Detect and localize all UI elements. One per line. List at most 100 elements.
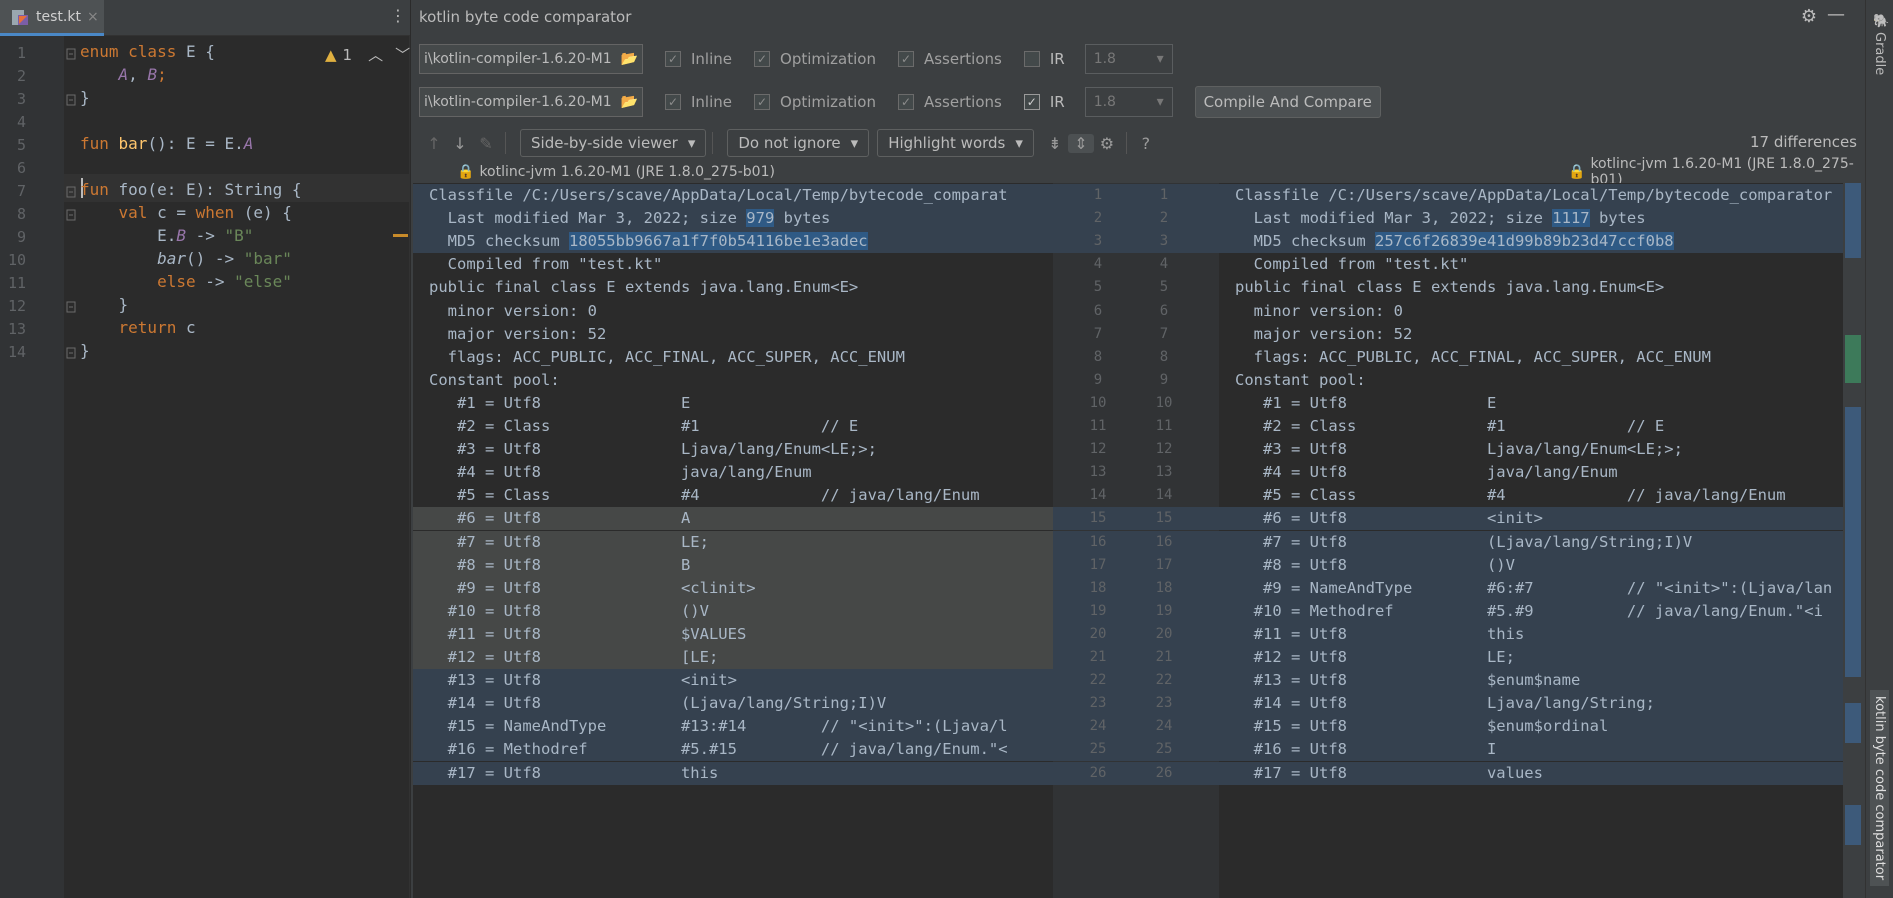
inline-checkbox-1[interactable]: ✓ Inline [665, 50, 732, 68]
diff-line: major version: 52 [429, 324, 607, 343]
fold-icon[interactable] [66, 206, 76, 221]
right-line-number: 15 [1155, 510, 1173, 527]
right-line-number: 19 [1155, 602, 1173, 619]
diff-marker[interactable] [1845, 407, 1861, 677]
tool-window-title: kotlin byte code comparator [419, 8, 632, 26]
edit-icon[interactable]: ✎ [473, 134, 499, 153]
ir-checkbox-1[interactable]: IR [1023, 50, 1065, 68]
toolbar-separator [505, 132, 506, 154]
fold-icon[interactable] [66, 344, 76, 359]
editor-tab-bar: test.kt × ⋮ [0, 0, 410, 36]
previous-difference-icon[interactable]: ↑ [421, 134, 447, 153]
diff-marker[interactable] [1845, 703, 1861, 743]
settings-gear-icon[interactable]: ⚙ [1094, 134, 1120, 153]
code-editor[interactable]: test.kt × ⋮ 1 2 3 4 5 6 7 8 9 10 11 12 13 14 ▲ 1 ︿ ﹀ … [0, 0, 410, 898]
diff-line: #14 = Utf8 Ljava/lang/String; [1219, 692, 1843, 716]
tab-test-kt[interactable]: test.kt × [0, 0, 104, 36]
collapse-unchanged-icon[interactable]: ⇟ [1042, 134, 1068, 153]
line-number: 4 [16, 113, 26, 131]
right-line-number: 4 [1159, 256, 1169, 273]
fold-icon[interactable] [66, 45, 76, 60]
folder-icon[interactable]: 📂 [621, 51, 638, 67]
assertions-label: Assertions [923, 93, 1002, 111]
diff-line: #16 = Utf8 I [1219, 738, 1843, 762]
difference-count: 17 differences [1750, 133, 1857, 151]
warning-marker[interactable] [393, 234, 408, 237]
compile-and-compare-button[interactable]: Compile And Compare [1194, 86, 1381, 118]
compiler-path-field-2[interactable]: i\kotlin-compiler-1.6.20-M1 📂 [419, 87, 643, 117]
right-diff-pane[interactable]: Classfile /C:/Users/scave/AppData/Local/… [1219, 183, 1843, 898]
diff-line: #7 = Utf8 LE; [413, 530, 1053, 554]
right-line-number: 22 [1155, 672, 1173, 689]
left-line-number: 7 [1093, 325, 1103, 342]
chevron-down-icon: ▾ [687, 134, 696, 152]
jvm-target-value: 1.8 [1093, 51, 1116, 67]
diff-line: #5 = Class #4 // java/lang/Enum [429, 486, 980, 505]
diff-line: MD5 checksum 18055bb9667a1f7f0b54116be1e… [413, 230, 1053, 254]
chevron-down-icon[interactable]: ﹀ [395, 44, 410, 65]
left-line-number: 11 [1089, 418, 1107, 434]
next-difference-icon[interactable]: ↓ [447, 134, 473, 153]
folder-icon[interactable]: 📂 [621, 94, 638, 110]
line-number: 9 [16, 228, 26, 246]
close-icon[interactable]: × [87, 9, 99, 25]
optimization-checkbox-2[interactable]: ✓ Optimization [754, 93, 876, 111]
diff-line: #7 = Utf8 (Ljava/lang/String;I)V [1219, 530, 1843, 554]
left-line-number: 4 [1093, 256, 1103, 273]
line-number: 13 [7, 320, 26, 338]
assertions-checkbox-1[interactable]: ✓ Assertions [897, 50, 1002, 68]
diff-line: #1 = Utf8 E [429, 393, 691, 412]
ir-checkbox-2[interactable]: ✓ IR [1023, 93, 1065, 111]
diff-line: flags: ACC_PUBLIC, ACC_FINAL, ACC_SUPER,… [429, 347, 905, 366]
diff-marker[interactable] [1845, 183, 1861, 258]
optimization-checkbox-1[interactable]: ✓ Optimization [754, 50, 876, 68]
highlight-mode-dropdown[interactable]: Highlight words ▾ [877, 129, 1034, 157]
diff-line: MD5 checksum 257c6f26839e41d99b89b23d47c… [1219, 230, 1843, 254]
right-tool-strip: 🐘 Gradle kotlin byte code comparator [1865, 0, 1893, 898]
comparator-tab[interactable]: kotlin byte code comparator [1870, 690, 1889, 887]
gradle-tab[interactable]: Gradle [1872, 32, 1887, 75]
diff-line: major version: 52 [1235, 324, 1413, 343]
line-number: 2 [16, 67, 26, 85]
left-line-number: 24 [1089, 718, 1107, 735]
warning-icon: ▲ [325, 45, 337, 64]
left-line-number: 17 [1089, 556, 1107, 573]
fold-icon[interactable] [66, 183, 76, 198]
jvm-target-select-2[interactable]: 1.8 ▾ [1084, 87, 1173, 117]
checkbox-box: ✓ [897, 51, 914, 67]
ignore-mode-dropdown[interactable]: Do not ignore ▾ [727, 129, 870, 157]
line-number: 10 [7, 251, 26, 269]
fold-icon[interactable] [66, 298, 76, 313]
chevron-down-icon: ▾ [1015, 134, 1023, 152]
diff-line: #2 = Class #1 // E [1235, 417, 1665, 435]
checkbox-box: ✓ [665, 94, 681, 110]
viewer-mode-dropdown[interactable]: Side-by-side viewer ▾ [520, 129, 707, 157]
inline-checkbox-2[interactable]: ✓ Inline [665, 93, 732, 111]
help-icon[interactable]: ? [1133, 134, 1159, 153]
chevron-up-icon[interactable]: ︿ [368, 44, 383, 65]
sync-scroll-icon[interactable]: ⇕ [1067, 133, 1094, 153]
right-line-number: 11 [1155, 418, 1173, 434]
right-line-number: 10 [1155, 394, 1173, 411]
jvm-target-value: 1.8 [1093, 94, 1116, 110]
inspection-widget[interactable]: ▲ 1 ︿ ﹀ [325, 44, 410, 65]
diff-line: public final class E extends java.lang.E… [429, 278, 859, 297]
right-diff-stripe[interactable] [1845, 183, 1861, 898]
diff-line: #13 = Utf8 $enum$name [1219, 669, 1843, 693]
fold-icon[interactable] [66, 91, 76, 106]
compiler-path-field-1[interactable]: i\kotlin-compiler-1.6.20-M1 📂 [419, 44, 643, 74]
line-number: 1 [16, 44, 26, 62]
diff-marker[interactable] [1845, 335, 1861, 383]
toolbar-separator [1125, 132, 1127, 154]
more-options-icon[interactable]: ⋮ [390, 6, 406, 25]
viewer-mode-value: Side-by-side viewer [531, 134, 678, 152]
gear-icon[interactable]: ⚙ [1801, 6, 1817, 27]
jvm-target-select-1[interactable]: 1.8 ▾ [1084, 44, 1173, 74]
left-line-number: 15 [1089, 510, 1107, 527]
diff-marker[interactable] [1845, 805, 1861, 845]
assertions-checkbox-2[interactable]: ✓ Assertions [897, 93, 1002, 111]
minimize-icon[interactable]: — [1827, 4, 1845, 25]
diff-line: #12 = Utf8 [LE; [413, 646, 1053, 669]
left-diff-pane[interactable]: Classfile /C:/Users/scave/AppData/Local/… [413, 183, 1053, 898]
right-line-number: 20 [1155, 625, 1173, 642]
